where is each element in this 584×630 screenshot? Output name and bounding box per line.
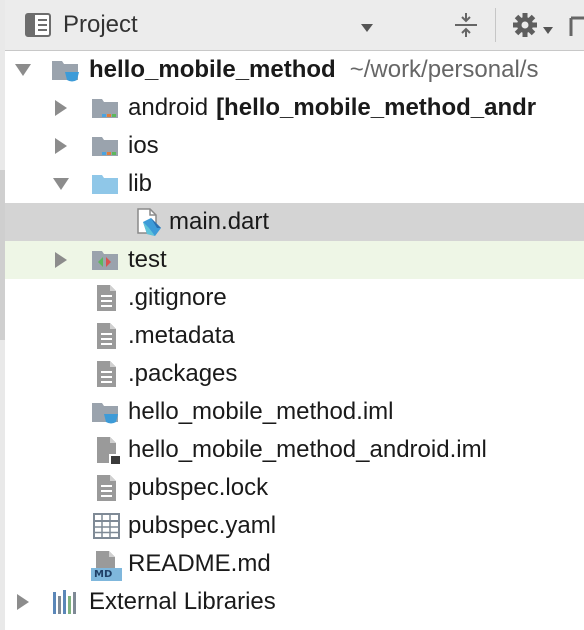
dart-file-icon — [135, 208, 163, 236]
project-view-icon[interactable] — [25, 13, 51, 37]
collapse-all-icon[interactable] — [452, 11, 480, 39]
folder-label: android — [128, 94, 209, 121]
flutter-module-folder-icon — [51, 56, 79, 84]
tree-row-pubspec-yaml[interactable]: pubspec.yaml — [5, 507, 584, 545]
tree-row-pubspec-lock[interactable]: pubspec.lock — [5, 469, 584, 507]
gear-dropdown-icon[interactable] — [543, 22, 553, 34]
chevron-right-icon[interactable] — [14, 594, 32, 610]
test-folder-icon — [91, 246, 119, 274]
tree-row-android[interactable]: android [hello_mobile_method_andr — [5, 89, 584, 127]
markdown-file-icon: MD — [91, 550, 122, 581]
tree-row-test[interactable]: test — [5, 241, 584, 279]
text-file-icon — [95, 360, 123, 388]
file-label: main.dart — [169, 208, 270, 235]
module-folder-icon — [91, 94, 119, 122]
iml-module-icon — [91, 398, 119, 426]
file-label: README.md — [128, 550, 271, 577]
file-label: pubspec.yaml — [128, 512, 277, 539]
project-path: ~/work/personal/s — [349, 56, 539, 83]
tree-row-lib[interactable]: lib — [5, 165, 584, 203]
tree-row-iml[interactable]: hello_mobile_method.iml — [5, 393, 584, 431]
module-folder-icon — [91, 132, 119, 160]
folder-label: test — [128, 246, 167, 273]
project-name: hello_mobile_method — [89, 56, 336, 83]
file-label: .gitignore — [128, 284, 227, 311]
tree-row-ios[interactable]: ios — [5, 127, 584, 165]
tree-row-external-libraries[interactable]: External Libraries — [5, 583, 584, 621]
yaml-file-icon — [93, 512, 121, 540]
text-file-icon — [95, 322, 123, 350]
chevron-down-icon[interactable] — [14, 62, 32, 78]
folder-label: lib — [128, 170, 153, 197]
library-icon — [51, 588, 79, 616]
text-file-icon — [95, 284, 123, 312]
project-toolbar: Project — [5, 0, 584, 51]
chevron-right-icon[interactable] — [52, 252, 70, 268]
chevron-right-icon[interactable] — [52, 100, 70, 116]
view-title[interactable]: Project — [63, 10, 138, 40]
folder-label: ios — [128, 132, 159, 159]
toolbar-divider — [495, 8, 496, 42]
external-libraries-label: External Libraries — [89, 588, 276, 615]
chevron-right-icon[interactable] — [52, 138, 70, 154]
file-label: .metadata — [128, 322, 235, 349]
chevron-down-icon[interactable] — [360, 20, 374, 32]
tree-row-metadata[interactable]: .metadata — [5, 317, 584, 355]
tree-row-gitignore[interactable]: .gitignore — [5, 279, 584, 317]
file-label: .packages — [128, 360, 238, 387]
hide-panel-icon[interactable] — [569, 14, 584, 36]
module-name: [hello_mobile_method_andr — [216, 94, 537, 121]
tree-row-packages[interactable]: .packages — [5, 355, 584, 393]
tree-row-root[interactable]: hello_mobile_method ~/work/personal/s — [5, 51, 584, 89]
gear-icon[interactable] — [511, 11, 541, 39]
tree-row-android-iml[interactable]: hello_mobile_method_android.iml — [5, 431, 584, 469]
tree-row-main-dart[interactable]: main.dart — [5, 203, 584, 241]
file-label: hello_mobile_method_android.iml — [128, 436, 487, 463]
md-badge: MD — [94, 569, 113, 580]
tree-row-readme[interactable]: MD README.md — [5, 545, 584, 583]
iml-file-icon — [95, 436, 123, 465]
chevron-down-icon[interactable] — [52, 176, 70, 192]
source-folder-icon — [91, 170, 119, 198]
text-file-icon — [95, 474, 123, 502]
file-label: hello_mobile_method.iml — [128, 398, 394, 425]
file-label: pubspec.lock — [128, 474, 269, 501]
